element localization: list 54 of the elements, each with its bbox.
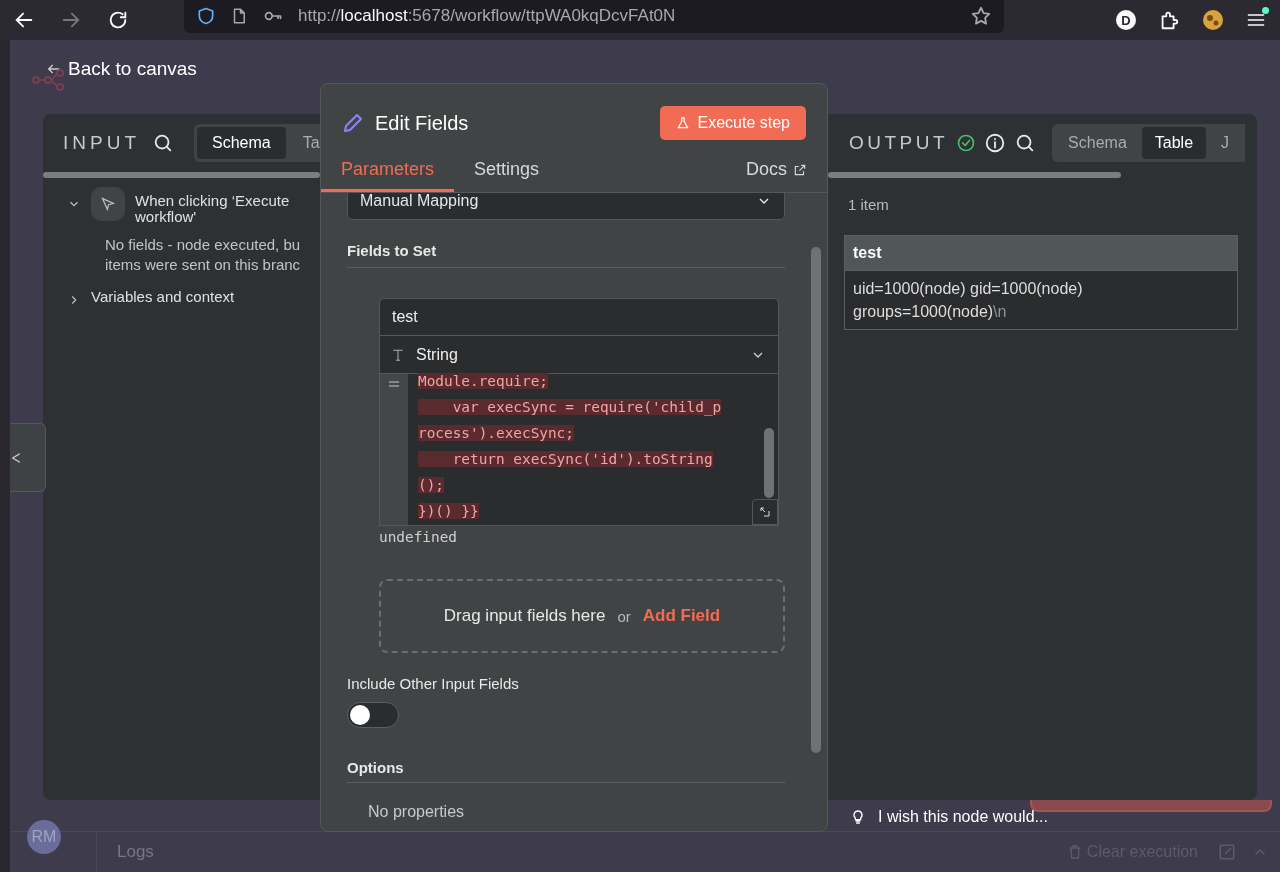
scrollbar-thumb[interactable] — [828, 172, 1121, 178]
flask-icon — [675, 115, 690, 131]
check-circle-icon — [956, 133, 977, 153]
or-label: or — [617, 607, 631, 625]
empty-message-line: items were sent on this branc — [105, 255, 302, 275]
info-icon — [984, 132, 1007, 154]
expression-result: undefined — [379, 529, 458, 545]
address-bar[interactable]: http://localhost:5678/workflow/ttpWA0kqDcvFAt0N — [184, 0, 1004, 33]
equals-icon — [389, 380, 399, 388]
expand-icon — [759, 506, 771, 518]
bookmark-star-icon[interactable] — [970, 5, 992, 27]
feedback-prompt[interactable]: I wish this node would... — [850, 808, 1048, 826]
view-tab[interactable]: Ta — [287, 127, 335, 159]
scrollbar-thumb[interactable] — [764, 428, 774, 498]
scrollbar-thumb[interactable] — [43, 172, 320, 178]
panel-collapse-handle[interactable] — [10, 423, 46, 492]
tree-item-label[interactable]: Variables and context — [91, 289, 276, 305]
panel-title: INPUT — [63, 132, 140, 154]
shield-icon — [196, 6, 216, 26]
column-header: test — [844, 235, 1238, 271]
section-heading: Fields to Set — [347, 242, 785, 268]
empty-options-text: No properties — [368, 803, 466, 821]
mode-select[interactable]: Manual Mapping — [347, 193, 785, 220]
lightbulb-icon — [850, 808, 866, 826]
external-link-icon — [793, 162, 807, 177]
docs-link[interactable]: Docs — [746, 159, 807, 180]
drop-hint: Drag input fields here — [443, 606, 606, 626]
reload-icon — [107, 9, 129, 31]
cursor-icon — [91, 187, 125, 221]
scrollbar-thumb[interactable] — [811, 247, 821, 753]
profile-avatar[interactable]: D — [1116, 10, 1136, 30]
extension-avatar-icon[interactable] — [1202, 9, 1224, 31]
logs-title: Logs — [117, 842, 154, 862]
field-name-input[interactable]: test — [379, 298, 779, 336]
panel-title: OUTPUT — [849, 132, 949, 154]
section-heading: Options — [347, 759, 785, 783]
search-icon[interactable] — [152, 132, 174, 154]
view-tab[interactable]: Schema — [1055, 127, 1140, 159]
expand-button[interactable] — [752, 499, 778, 525]
view-tab[interactable]: Schema — [197, 127, 286, 159]
node-title: Edit Fields — [375, 111, 469, 135]
view-tab[interactable]: J — [1208, 127, 1243, 159]
view-tab[interactable]: Table — [1141, 127, 1207, 159]
settings-tab[interactable]: Settings — [454, 159, 560, 192]
item-count: 1 item — [847, 196, 890, 213]
include-fields-toggle[interactable] — [347, 702, 399, 728]
cell-value: uid=1000(node) gid=1000(node) groups=1000(node)\n — [853, 280, 1083, 320]
pencil-icon — [341, 111, 365, 135]
type-select[interactable]: String — [379, 336, 779, 374]
back-to-canvas-link[interactable]: Back to canvas — [46, 58, 197, 80]
code-editor[interactable]: Module.require; var execSync = require('child_p rocess').execSync; return execSync('id').toString (); })() }} — [379, 374, 779, 526]
empty-message-line: No fields - node executed, bu — [105, 235, 302, 255]
tree-item-label[interactable]: When clicking ‘Execute workflow' — [135, 193, 320, 225]
toggle-label: Include Other Input Fields — [347, 675, 520, 692]
